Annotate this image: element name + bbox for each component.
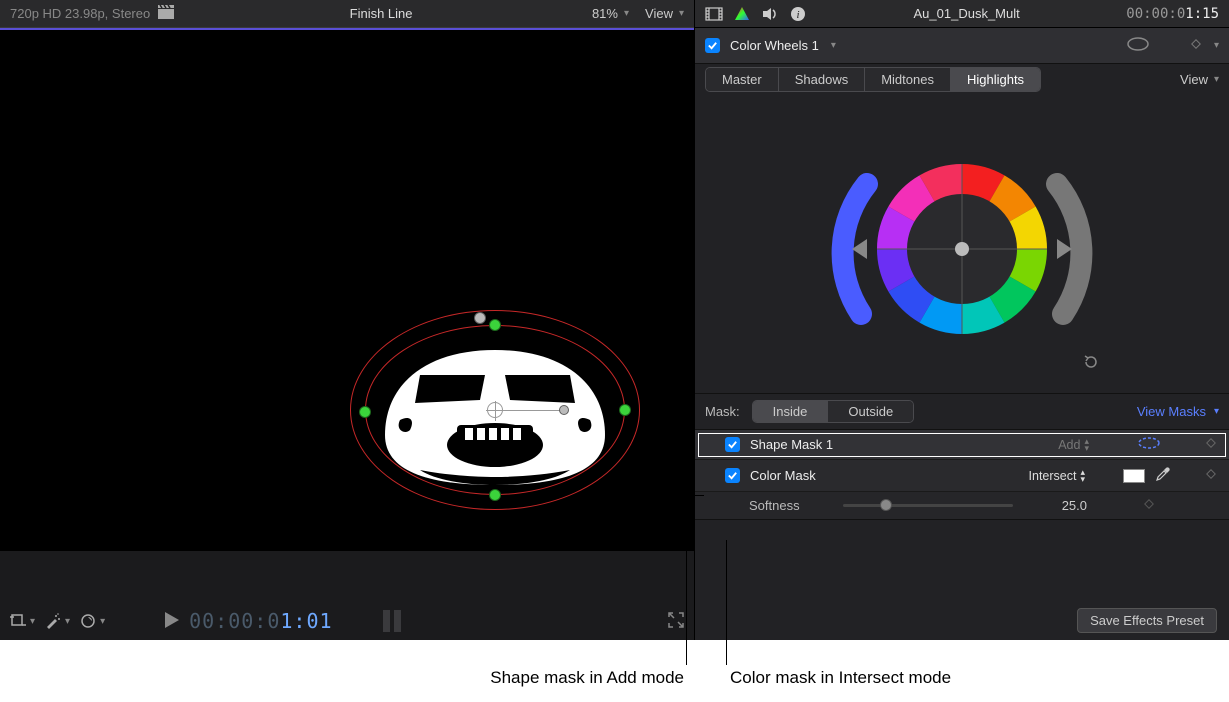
add-mask-button[interactable]	[1126, 36, 1150, 55]
mask-inside-outside-segments[interactable]: Inside Outside	[752, 400, 915, 423]
zoom-value: 81%	[592, 6, 618, 21]
annotation-color-mask: Color mask in Intersect mode	[730, 668, 951, 688]
clapperboard-icon[interactable]	[158, 5, 174, 22]
chevron-down-icon: ▾	[1214, 74, 1219, 85]
softness-row: Softness 25.0	[695, 492, 1229, 520]
chevron-down-icon[interactable]: ▾	[831, 40, 836, 51]
inspector-footer: Save Effects Preset	[695, 600, 1229, 640]
mask-handle-top[interactable]	[489, 319, 501, 331]
effect-enable-checkbox[interactable]	[705, 38, 720, 53]
tab-midtones[interactable]: Midtones	[865, 68, 951, 91]
viewer-footer: ▾ ▾ ▾ 00:00:01:01	[0, 550, 694, 640]
mask-name: Shape Mask 1	[750, 437, 833, 452]
viewer-header: 720p HD 23.98p, Stereo Finish Line 81% ▾…	[0, 0, 694, 28]
mask-enable-checkbox[interactable]	[725, 468, 740, 483]
inspector-timecode: 00:00:01:15	[1126, 6, 1219, 22]
mask-handle-right[interactable]	[619, 404, 631, 416]
mask-handle-left[interactable]	[359, 406, 371, 418]
updown-icon: ▴▾	[1084, 438, 1089, 452]
effect-name: Color Wheels 1	[730, 38, 819, 53]
color-inspector-tab[interactable]	[733, 6, 751, 22]
wheel-view-dropdown[interactable]: View ▾	[1180, 72, 1219, 87]
annotations: Shape mask in Add mode Color mask in Int…	[0, 640, 1229, 702]
enhance-tool-dropdown[interactable]: ▾	[45, 613, 70, 629]
chevron-down-icon[interactable]: ▾	[1214, 40, 1219, 51]
clip-format-label: 720p HD 23.98p, Stereo	[10, 6, 150, 21]
crop-tool-dropdown[interactable]: ▾	[10, 613, 35, 629]
reset-button[interactable]	[1083, 354, 1099, 373]
retime-tool-dropdown[interactable]: ▾	[80, 613, 105, 629]
clip-title: Finish Line	[186, 6, 576, 21]
mask-inside-button[interactable]: Inside	[753, 401, 829, 422]
viewer-timecode[interactable]: 00:00:01:01	[189, 609, 332, 633]
mask-label: Mask:	[705, 404, 740, 419]
chevron-down-icon: ▾	[624, 8, 629, 19]
mask-handle-bottom[interactable]	[489, 489, 501, 501]
view-masks-dropdown[interactable]: View Masks ▾	[1137, 404, 1219, 419]
zoom-dropdown[interactable]: 81% ▾	[592, 6, 629, 21]
softness-label: Softness	[749, 498, 829, 513]
fullscreen-button[interactable]	[668, 612, 684, 631]
updown-icon: ▴▾	[1080, 469, 1085, 483]
tab-master[interactable]: Master	[706, 68, 779, 91]
keyframe-button[interactable]	[1205, 468, 1217, 483]
view-label: View	[645, 6, 673, 21]
mask-row-shape[interactable]: Shape Mask 1 Add ▴▾	[695, 430, 1229, 460]
softness-slider[interactable]	[843, 504, 1013, 507]
audio-inspector-tab[interactable]	[761, 7, 779, 21]
mask-row-color[interactable]: Color Mask Intersect ▴▾	[695, 460, 1229, 492]
color-wheel-segments[interactable]: Master Shadows Midtones Highlights	[705, 67, 1041, 92]
mask-controls-row: Mask: Inside Outside View Masks ▾	[695, 394, 1229, 430]
audio-meters	[383, 610, 401, 632]
mask-enable-checkbox[interactable]	[725, 437, 740, 452]
save-effects-preset-button[interactable]: Save Effects Preset	[1077, 608, 1217, 633]
mask-mode-dropdown[interactable]: Add ▴▾	[1058, 438, 1089, 452]
mask-mode-dropdown[interactable]: Intersect ▴▾	[1029, 469, 1085, 483]
color-wheel[interactable]	[695, 94, 1229, 394]
color-mask-swatch[interactable]	[1123, 469, 1145, 483]
info-inspector-tab[interactable]: i	[789, 6, 807, 22]
chevron-down-icon: ▾	[679, 8, 684, 19]
shape-mask-icon[interactable]	[1137, 436, 1161, 453]
slider-thumb[interactable]	[880, 499, 892, 511]
chevron-down-icon: ▾	[1214, 406, 1219, 417]
annotation-shape-mask: Shape mask in Add mode	[490, 668, 684, 688]
viewer-panel: 720p HD 23.98p, Stereo Finish Line 81% ▾…	[0, 0, 695, 640]
keyframe-button[interactable]	[1143, 498, 1155, 513]
keyframe-button[interactable]	[1205, 437, 1217, 452]
color-wheel-tabs-row: Master Shadows Midtones Highlights View …	[695, 64, 1229, 94]
inspector-panel: i Au_01_Dusk_Mult 00:00:01:15 Color Whee…	[695, 0, 1229, 640]
svg-text:i: i	[796, 9, 799, 21]
inspector-header: i Au_01_Dusk_Mult 00:00:01:15	[695, 0, 1229, 28]
keyframe-button[interactable]	[1190, 38, 1202, 53]
video-inspector-tab[interactable]	[705, 7, 723, 21]
eyedropper-icon[interactable]	[1155, 466, 1171, 485]
mask-outside-button[interactable]: Outside	[828, 401, 913, 422]
view-dropdown[interactable]: View ▾	[645, 6, 684, 21]
tab-highlights[interactable]: Highlights	[951, 68, 1040, 91]
mask-name: Color Mask	[750, 468, 816, 483]
play-button[interactable]	[165, 612, 179, 631]
viewer-canvas[interactable]	[0, 30, 694, 550]
mask-handle-radius[interactable]	[559, 405, 569, 415]
tab-shadows[interactable]: Shadows	[779, 68, 865, 91]
effect-header-row[interactable]: Color Wheels 1 ▾ ▾	[695, 28, 1229, 64]
softness-value[interactable]: 25.0	[1027, 498, 1087, 513]
inspector-clip-name: Au_01_Dusk_Mult	[817, 6, 1116, 21]
mask-handle-top-rotate[interactable]	[474, 312, 486, 324]
